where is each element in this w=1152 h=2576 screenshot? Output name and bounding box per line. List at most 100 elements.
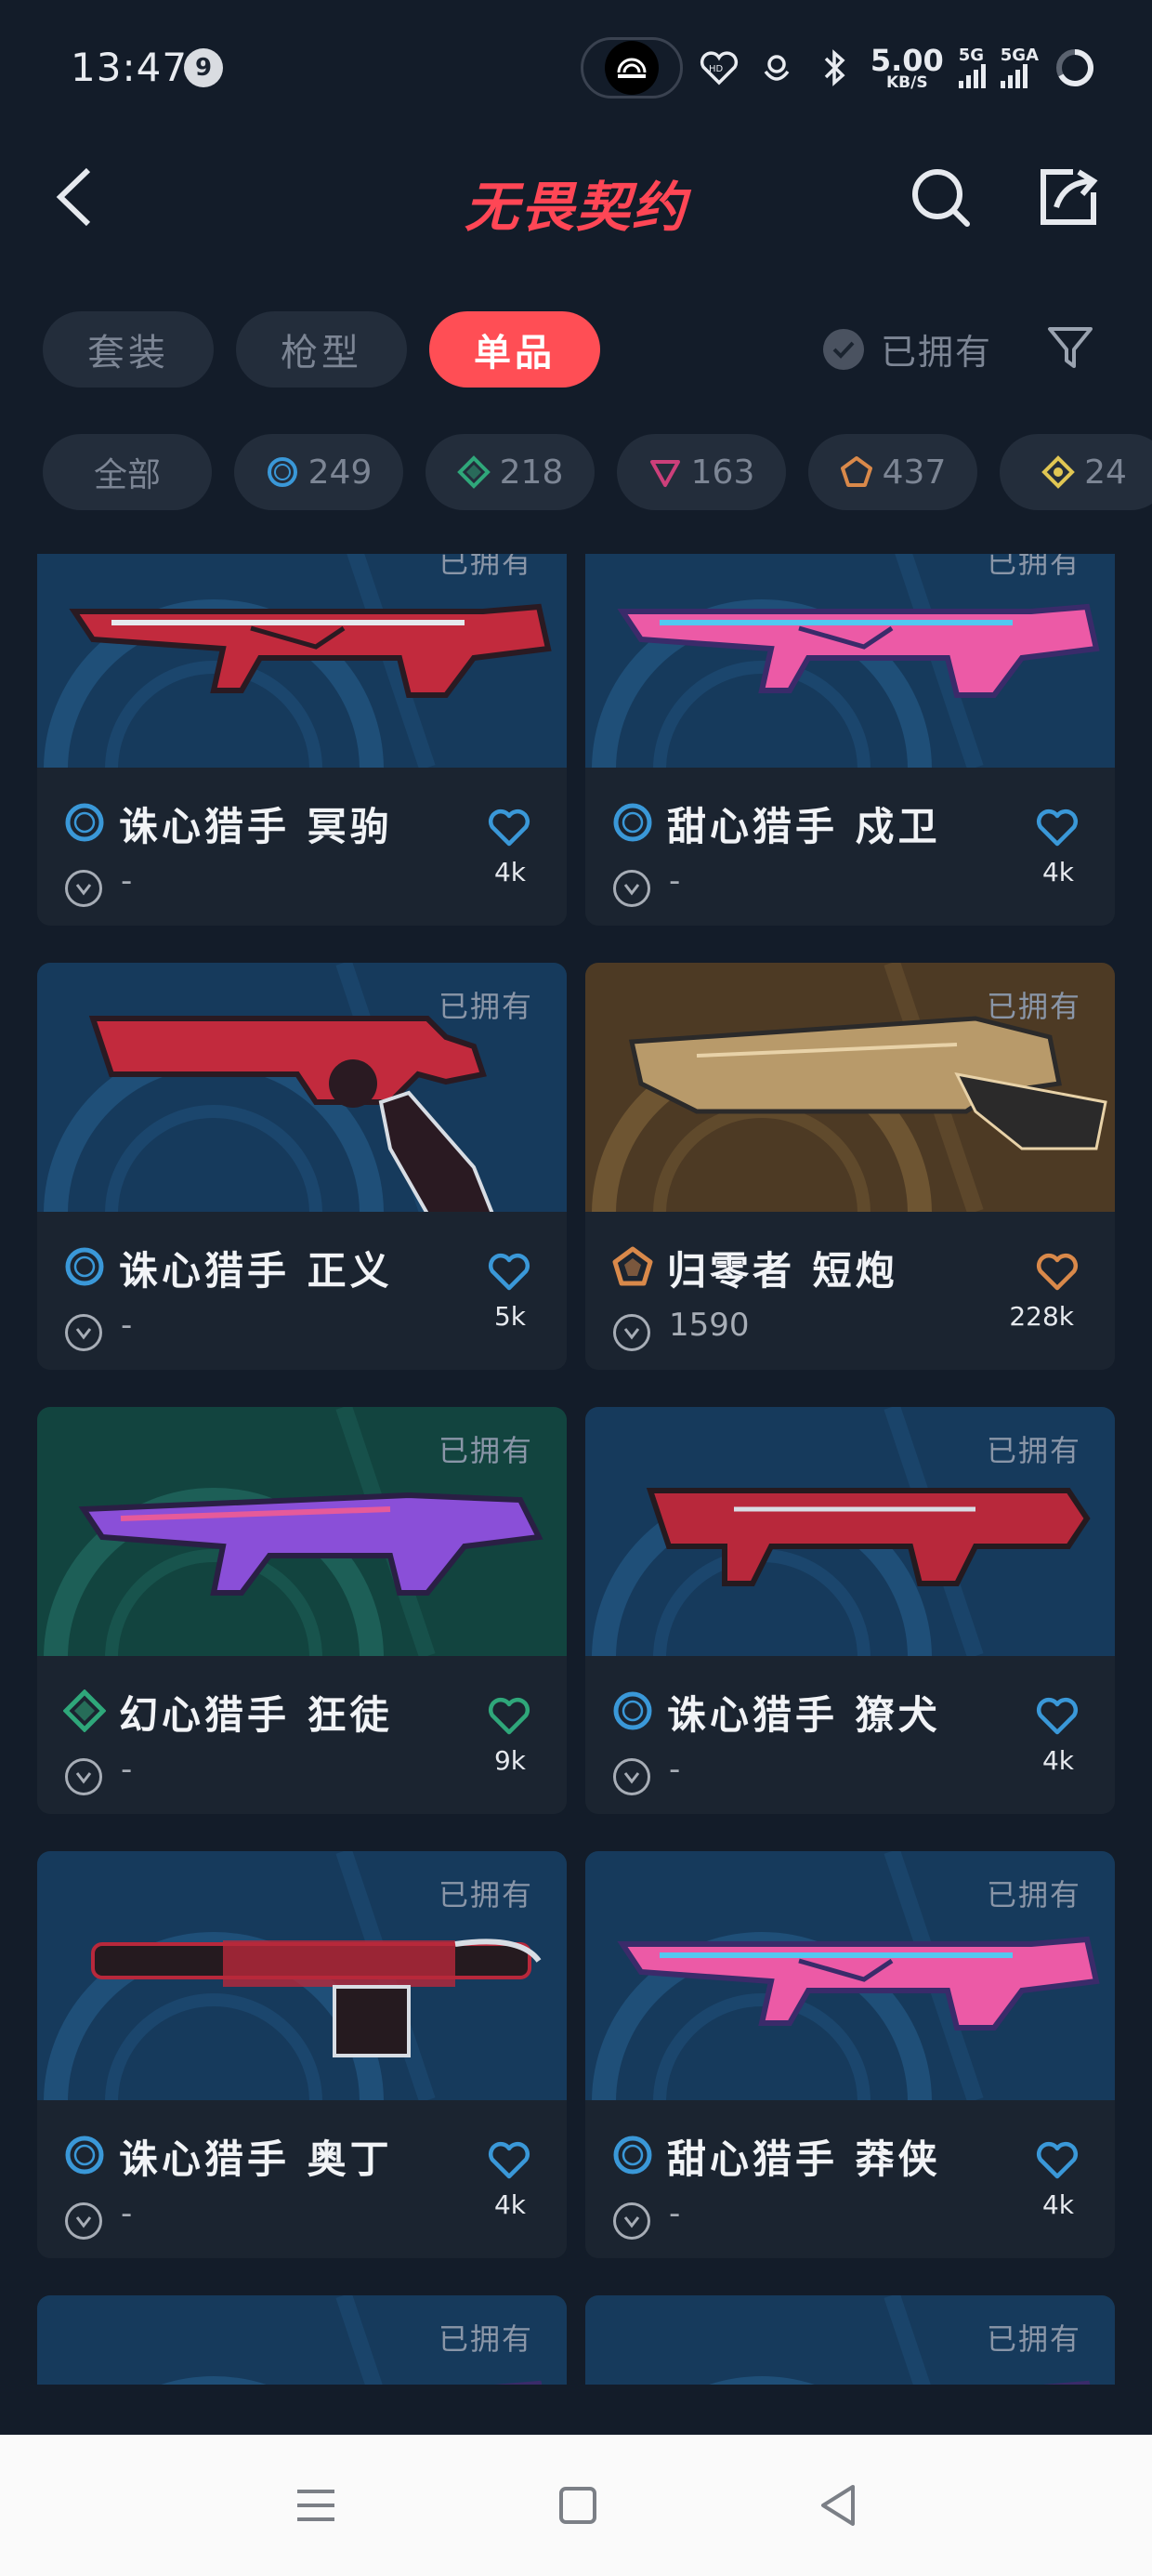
skin-price: 1590 [669, 1307, 750, 1344]
sim1-signal: 5G [958, 47, 986, 88]
skin-card[interactable]: 已拥有 诛心猎手 正义 - 5k [37, 963, 567, 1370]
skin-name: 诛心猎手 奥丁 [119, 2136, 393, 2182]
skin-name: 归零者 短炮 [667, 1248, 898, 1294]
valorant-points-icon [65, 1314, 102, 1351]
skin-artwork: 已拥有 [585, 2295, 1115, 2385]
dynamic-island [580, 37, 683, 99]
type-tabs: 套装 枪型 单品 [43, 311, 600, 388]
network-speed: 5.00 KB/S [871, 46, 944, 91]
chip-premium-tier[interactable]: 163 [617, 434, 786, 510]
like-count: 9k [493, 1745, 526, 1776]
skin-artwork: 已拥有 [37, 963, 567, 1212]
skin-card[interactable]: 已拥有 [585, 2295, 1115, 2385]
skin-card[interactable]: 已拥有 诛心猎手 獠犬 - 4k [585, 1407, 1115, 1814]
skin-info: 诛心猎手 獠犬 - 4k [585, 1656, 1115, 1814]
chip-label: 249 [308, 453, 373, 492]
skin-info: 甜心猎手 戍卫 - 4k [585, 768, 1115, 926]
favorite-heart-icon[interactable] [487, 807, 531, 848]
skin-price: - [121, 1751, 133, 1788]
select-tier-icon [63, 2134, 106, 2176]
signal-bars-icon [958, 64, 986, 88]
select-tier-icon [63, 801, 106, 844]
signal-bars-icon [1000, 64, 1028, 88]
filter-button[interactable] [1046, 323, 1094, 372]
chip-label: 163 [690, 453, 755, 492]
share-icon [1041, 169, 1098, 225]
skin-grid-viewport[interactable]: 已拥有 诛心猎手 冥驹 - 4k 已拥有 甜心猎手 戍卫 - 4k 已拥有 诛心… [0, 554, 1152, 2385]
skin-card[interactable]: 已拥有 归零者 短炮 1590 228k [585, 963, 1115, 1370]
skin-card[interactable]: 已拥有 甜心猎手 戍卫 - 4k [585, 554, 1115, 926]
chip-label: 437 [882, 453, 947, 492]
skin-artwork: 已拥有 [37, 1407, 567, 1656]
select-tier-icon [267, 457, 297, 487]
square-home-icon [559, 2487, 596, 2524]
bottom-spacer [0, 2385, 1152, 2435]
like-count: 5k [493, 1301, 526, 1332]
home-nav-button[interactable] [550, 2477, 606, 2533]
skin-artwork: 已拥有 [585, 1407, 1115, 1656]
owned-tag: 已拥有 [438, 1433, 533, 1468]
favorite-heart-icon[interactable] [1035, 1695, 1080, 1736]
valorant-points-icon [613, 870, 650, 907]
skin-artwork: 已拥有 [585, 554, 1115, 768]
skin-name: 幻心猎手 狂徒 [119, 1692, 393, 1738]
triangle-back-icon [821, 2485, 855, 2526]
owned-filter-toggle[interactable]: 已拥有 [823, 323, 992, 375]
favorite-heart-icon[interactable] [487, 1251, 531, 1292]
rarity-filter-chips: 全部 249 218 163 437 24 [43, 434, 1152, 514]
chip-label: 24 [1084, 453, 1127, 492]
select-tier-icon [63, 1245, 106, 1288]
skin-card[interactable]: 已拥有 诛心猎手 冥驹 - 4k [37, 554, 567, 926]
menu-nav-button[interactable] [288, 2477, 344, 2533]
back-nav-button[interactable] [810, 2477, 866, 2533]
exclusive-tier-icon [840, 456, 872, 487]
tab-single-item[interactable]: 单品 [429, 311, 600, 388]
hotspot-icon [604, 41, 659, 95]
owned-filter-label: 已拥有 [881, 332, 993, 373]
like-count: 4k [1041, 1745, 1074, 1776]
skin-card[interactable]: 已拥有 诛心猎手 奥丁 - 4k [37, 1851, 567, 2258]
system-nav-bar [0, 2435, 1152, 2576]
status-time: 13:47 [71, 45, 189, 90]
chip-all[interactable]: 全部 [43, 434, 212, 510]
favorite-heart-icon[interactable] [1035, 807, 1080, 848]
network-speed-value: 5.00 [870, 42, 944, 78]
skin-card[interactable]: 已拥有 [37, 2295, 567, 2385]
favorite-heart-icon[interactable] [1035, 1251, 1080, 1292]
owned-tag: 已拥有 [986, 1433, 1081, 1468]
share-button[interactable] [1031, 160, 1106, 234]
skin-price: - [121, 1307, 133, 1344]
hd-heart-icon: HD [698, 46, 740, 89]
valorant-points-icon [65, 870, 102, 907]
chip-label: 218 [499, 453, 564, 492]
chip-exclusive-tier[interactable]: 437 [808, 434, 977, 510]
like-count: 228k [1009, 1301, 1074, 1332]
chip-select-tier[interactable]: 249 [234, 434, 403, 510]
menu-lines-icon [297, 2490, 334, 2521]
chip-ultra-tier[interactable]: 24 [1000, 434, 1152, 510]
select-tier-icon [611, 1689, 654, 1732]
skin-info: 归零者 短炮 1590 228k [585, 1212, 1115, 1370]
favorite-heart-icon[interactable] [1035, 2139, 1080, 2180]
app-bar: 无畏契约 [0, 139, 1152, 260]
valorant-points-icon [613, 1314, 650, 1351]
sim2-label: 5GA [1000, 46, 1039, 65]
skin-info: 诛心猎手 奥丁 - 4k [37, 2100, 567, 2258]
tab-weapon-type[interactable]: 枪型 [236, 311, 407, 388]
skin-card[interactable]: 已拥有 甜心猎手 莽侠 - 4k [585, 1851, 1115, 2258]
skin-price: - [121, 2195, 133, 2232]
chip-deluxe-tier[interactable]: 218 [425, 434, 595, 510]
tab-bundle[interactable]: 套装 [43, 311, 214, 388]
favorite-heart-icon[interactable] [487, 2139, 531, 2180]
select-tier-icon [611, 801, 654, 844]
owned-tag: 已拥有 [438, 989, 533, 1024]
select-tier-icon [611, 2134, 654, 2176]
owned-tag: 已拥有 [986, 1877, 1081, 1912]
favorite-heart-icon[interactable] [487, 1695, 531, 1736]
skin-card[interactable]: 已拥有 幻心猎手 狂徒 - 9k [37, 1407, 567, 1814]
valorant-points-icon [65, 1758, 102, 1795]
skin-price: - [669, 862, 681, 900]
search-button[interactable] [903, 160, 977, 234]
like-count: 4k [1041, 2189, 1074, 2220]
skin-name: 诛心猎手 正义 [119, 1248, 393, 1294]
